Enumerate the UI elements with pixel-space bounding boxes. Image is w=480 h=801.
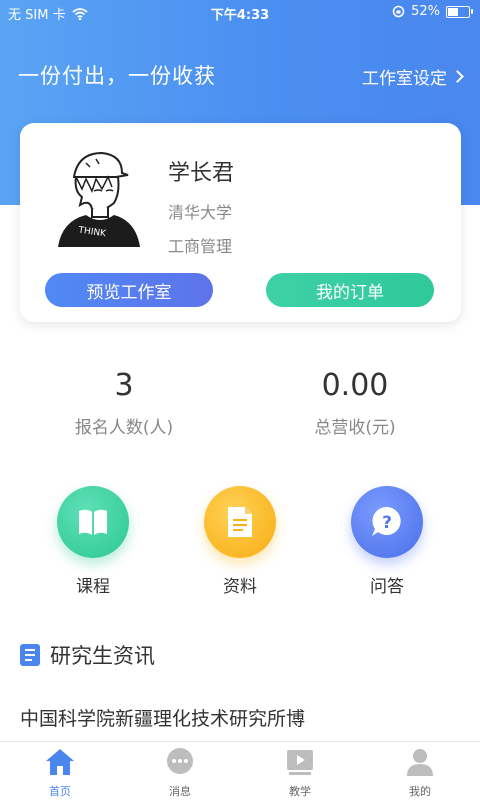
home-icon [46,749,74,775]
profile-major: 工商管理 [168,237,233,256]
feature-courses[interactable]: 课程 [33,486,153,597]
news-title: 研究生资讯 [50,644,155,668]
message-icon [167,748,193,774]
tab-mine[interactable]: 我的 [360,748,480,799]
news-section-header: 研究生资讯 [20,640,155,670]
stat-revenue-label: 总营收(元) [314,418,396,438]
my-orders-button[interactable]: 我的订单 [266,273,434,307]
stat-revenue-value: 0.00 [321,368,389,403]
document-icon [204,486,276,558]
header-slogan: 一份付出，一份收获 [18,64,216,88]
svg-text:?: ? [382,513,392,533]
feature-qa[interactable]: ? 问答 [327,486,447,597]
stat-enrollment: 3 报名人数(人) [4,368,244,438]
feature-materials[interactable]: 资料 [180,486,300,597]
preview-studio-button[interactable]: 预览工作室 [45,273,213,307]
battery-percent: 52% [411,4,440,19]
status-bar: 无 SIM 卡 下午4:33 52% [0,0,480,24]
battery-level [448,7,459,16]
teaching-icon [287,750,313,775]
feature-qa-label: 问答 [370,577,404,597]
battery-icon [446,5,473,18]
tab-mine-label: 我的 [409,785,431,798]
user-icon [407,749,433,776]
tab-messages-label: 消息 [169,785,191,798]
chevron-right-icon [451,70,464,83]
bottom-tab-bar: 首页 消息 教学 我的 [0,741,480,801]
news-icon [20,644,40,666]
feature-materials-label: 资料 [223,577,257,597]
profile-card: THINK 学长君 清华大学 工商管理 预览工作室 我的订单 [20,123,461,322]
studio-settings-link[interactable]: 工作室设定 [362,64,464,89]
book-icon [57,486,129,558]
studio-settings-label: 工作室设定 [362,69,447,89]
feature-courses-label: 课程 [76,577,110,597]
tab-home[interactable]: 首页 [0,748,120,799]
tab-teaching-label: 教学 [289,785,311,798]
stat-enrollment-value: 3 [114,368,134,403]
stat-enrollment-label: 报名人数(人) [74,418,174,438]
news-item[interactable]: 中国科学院新疆理化技术研究所博 [20,704,305,731]
orientation-lock-icon [392,5,405,18]
profile-name: 学长君 [168,161,235,186]
question-icon: ? [351,486,423,558]
profile-school: 清华大学 [168,203,233,222]
tab-messages[interactable]: 消息 [120,748,240,799]
stat-revenue: 0.00 总营收(元) [235,368,475,438]
tab-teaching[interactable]: 教学 [240,748,360,799]
avatar[interactable]: THINK [56,147,142,247]
tab-home-label: 首页 [49,785,71,798]
